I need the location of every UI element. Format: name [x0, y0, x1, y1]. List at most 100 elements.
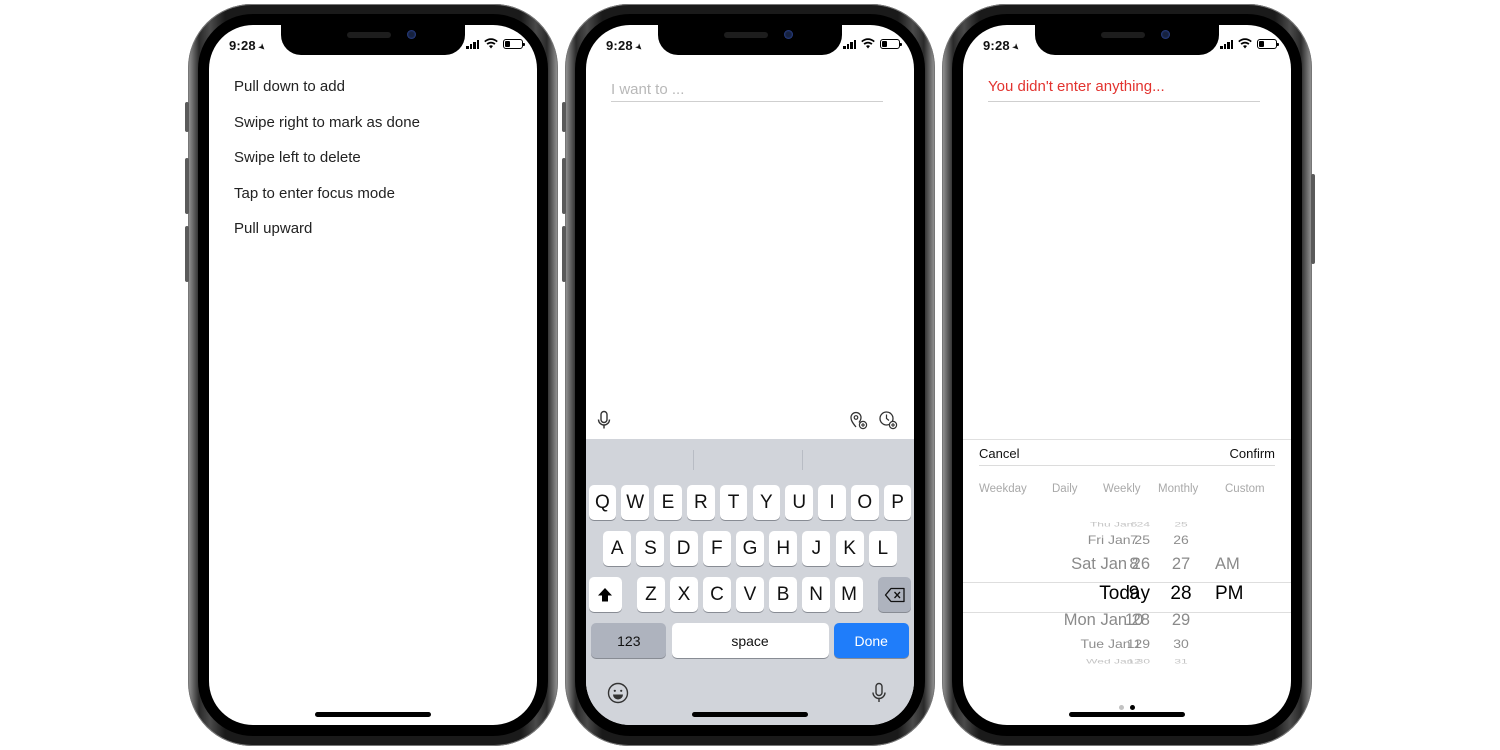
home-indicator[interactable] [315, 712, 431, 717]
key-d[interactable]: D [669, 531, 698, 566]
space-key[interactable]: space [671, 623, 829, 658]
wheel-minute-cell: 27 [1171, 555, 1191, 573]
wheel-hour-cell: 11 [1126, 636, 1142, 651]
screen-add-task: 9:28➤ Q W E R T Y U I [586, 25, 914, 725]
page-dot[interactable] [1119, 705, 1124, 710]
key-c[interactable]: C [703, 577, 731, 612]
shift-key[interactable] [588, 577, 623, 612]
wheel-minute-cell: 30 [1173, 636, 1189, 651]
key-y[interactable]: Y [752, 485, 781, 520]
page-dot[interactable] [1130, 705, 1135, 710]
key-o[interactable]: O [850, 485, 879, 520]
hint-item: Swipe right to mark as done [234, 113, 420, 131]
home-indicator[interactable] [1069, 712, 1185, 717]
key-m[interactable]: M [835, 577, 864, 612]
home-indicator[interactable] [692, 712, 808, 717]
repeat-option-custom[interactable]: Custom [1225, 483, 1265, 495]
emoji-icon[interactable] [607, 682, 629, 704]
wheel-row[interactable]: Thu Jan 24 6 25 [963, 520, 1291, 533]
repeat-option-daily[interactable]: Daily [1052, 483, 1078, 495]
numbers-key[interactable]: 123 [591, 623, 667, 658]
phone-frame-2: 9:28➤ Q W E R T Y U I [562, 4, 935, 746]
front-camera-icon [407, 30, 416, 39]
hint-item: Pull upward [234, 220, 313, 237]
repeat-option-weekly[interactable]: Weekly [1103, 483, 1141, 495]
cellular-signal-icon [1220, 39, 1233, 49]
key-b[interactable]: B [769, 577, 797, 612]
key-v[interactable]: V [736, 577, 764, 612]
key-g[interactable]: G [736, 531, 764, 566]
keyboard-row-4: 123 space Done [586, 623, 914, 658]
repeat-option-weekday[interactable]: Weekday [979, 483, 1027, 495]
wheel-row[interactable]: Tue Jan 29 11 30 [963, 637, 1291, 657]
task-input[interactable] [611, 77, 883, 102]
done-key[interactable]: Done [833, 623, 909, 658]
cellular-signal-icon [843, 39, 856, 49]
wheel-ampm-cell: PM [1215, 583, 1244, 604]
suggestion-bar[interactable] [586, 439, 914, 479]
volume-down-button [562, 226, 566, 282]
wheel-row[interactable]: Fri Jan 25 7 26 [963, 533, 1291, 553]
wifi-icon [484, 38, 498, 49]
key-h[interactable]: H [769, 531, 798, 566]
location-reminder-icon[interactable] [848, 410, 868, 430]
key-z[interactable]: Z [636, 577, 665, 612]
wheel-row[interactable]: Wed Jan 30 12 31 [963, 657, 1291, 670]
backspace-key[interactable] [877, 577, 912, 612]
key-q[interactable]: Q [588, 485, 617, 520]
dictation-icon[interactable] [868, 682, 890, 704]
wheel-row[interactable]: Mon Jan 28 10 29 [963, 611, 1291, 635]
picker-toolbar: Cancel Confirm [963, 439, 1291, 461]
status-icons [1220, 38, 1279, 49]
key-p[interactable]: P [883, 485, 912, 520]
battery-icon [1257, 38, 1279, 49]
wheel-hour-cell: 6 [1130, 520, 1138, 529]
keyboard-row-2: A S D F G H J K L [586, 531, 914, 566]
wheel-minute-cell: 26 [1173, 532, 1189, 547]
cancel-button[interactable]: Cancel [979, 446, 1019, 461]
notch [658, 25, 842, 55]
time-reminder-icon[interactable] [878, 410, 898, 430]
key-x[interactable]: X [670, 577, 698, 612]
battery-icon [880, 38, 902, 49]
keyboard-row-1: Q W E R T Y U I O P [586, 485, 914, 520]
wheel-hour-cell: 9 [1128, 583, 1140, 604]
backspace-icon [884, 587, 905, 602]
keyboard: Q W E R T Y U I O P A S D F G H J K L Z … [586, 439, 914, 725]
mute-switch [185, 102, 189, 132]
key-j[interactable]: J [802, 531, 831, 566]
key-l[interactable]: L [868, 531, 897, 566]
cellular-signal-icon [466, 39, 479, 49]
confirm-button[interactable]: Confirm [1229, 446, 1275, 461]
key-w[interactable]: W [621, 485, 650, 520]
wheel-hour-cell: 7 [1130, 532, 1138, 547]
wheel-row[interactable]: Today 9 28 PM [963, 583, 1291, 607]
hint-list: Pull down to add Swipe right to mark as … [234, 77, 420, 255]
front-camera-icon [784, 30, 793, 39]
wheel-row[interactable]: Sat Jan 26 8 27 AM [963, 555, 1291, 579]
key-u[interactable]: U [785, 485, 813, 520]
location-arrow-icon: ➤ [255, 40, 269, 54]
key-a[interactable]: A [603, 531, 632, 566]
wheel-ampm-cell: AM [1215, 555, 1240, 573]
key-t[interactable]: T [719, 485, 748, 520]
wifi-icon [861, 38, 875, 49]
key-e[interactable]: E [654, 485, 682, 520]
key-i[interactable]: I [818, 485, 846, 520]
key-k[interactable]: K [835, 531, 864, 566]
shift-icon [598, 587, 613, 601]
mute-switch [562, 102, 566, 132]
key-n[interactable]: N [802, 577, 830, 612]
repeat-option-monthly[interactable]: Monthly [1158, 483, 1198, 495]
hint-item: Pull down to add [234, 78, 345, 95]
key-r[interactable]: R [687, 485, 715, 520]
input-accessory-bar [586, 401, 914, 439]
date-time-wheel[interactable]: Thu Jan 24 6 25 Fri Jan 25 7 26 Sat Jan 26 8 27 A… [963, 515, 1291, 705]
key-s[interactable]: S [636, 531, 665, 566]
keyboard-row-3: Z X C V B N M [586, 577, 914, 612]
key-f[interactable]: F [702, 531, 731, 566]
microphone-icon[interactable] [594, 410, 614, 430]
task-input-error[interactable]: You didn't enter anything... [988, 77, 1260, 102]
battery-icon [503, 38, 525, 49]
hint-item: Tap to enter focus mode [234, 184, 395, 202]
